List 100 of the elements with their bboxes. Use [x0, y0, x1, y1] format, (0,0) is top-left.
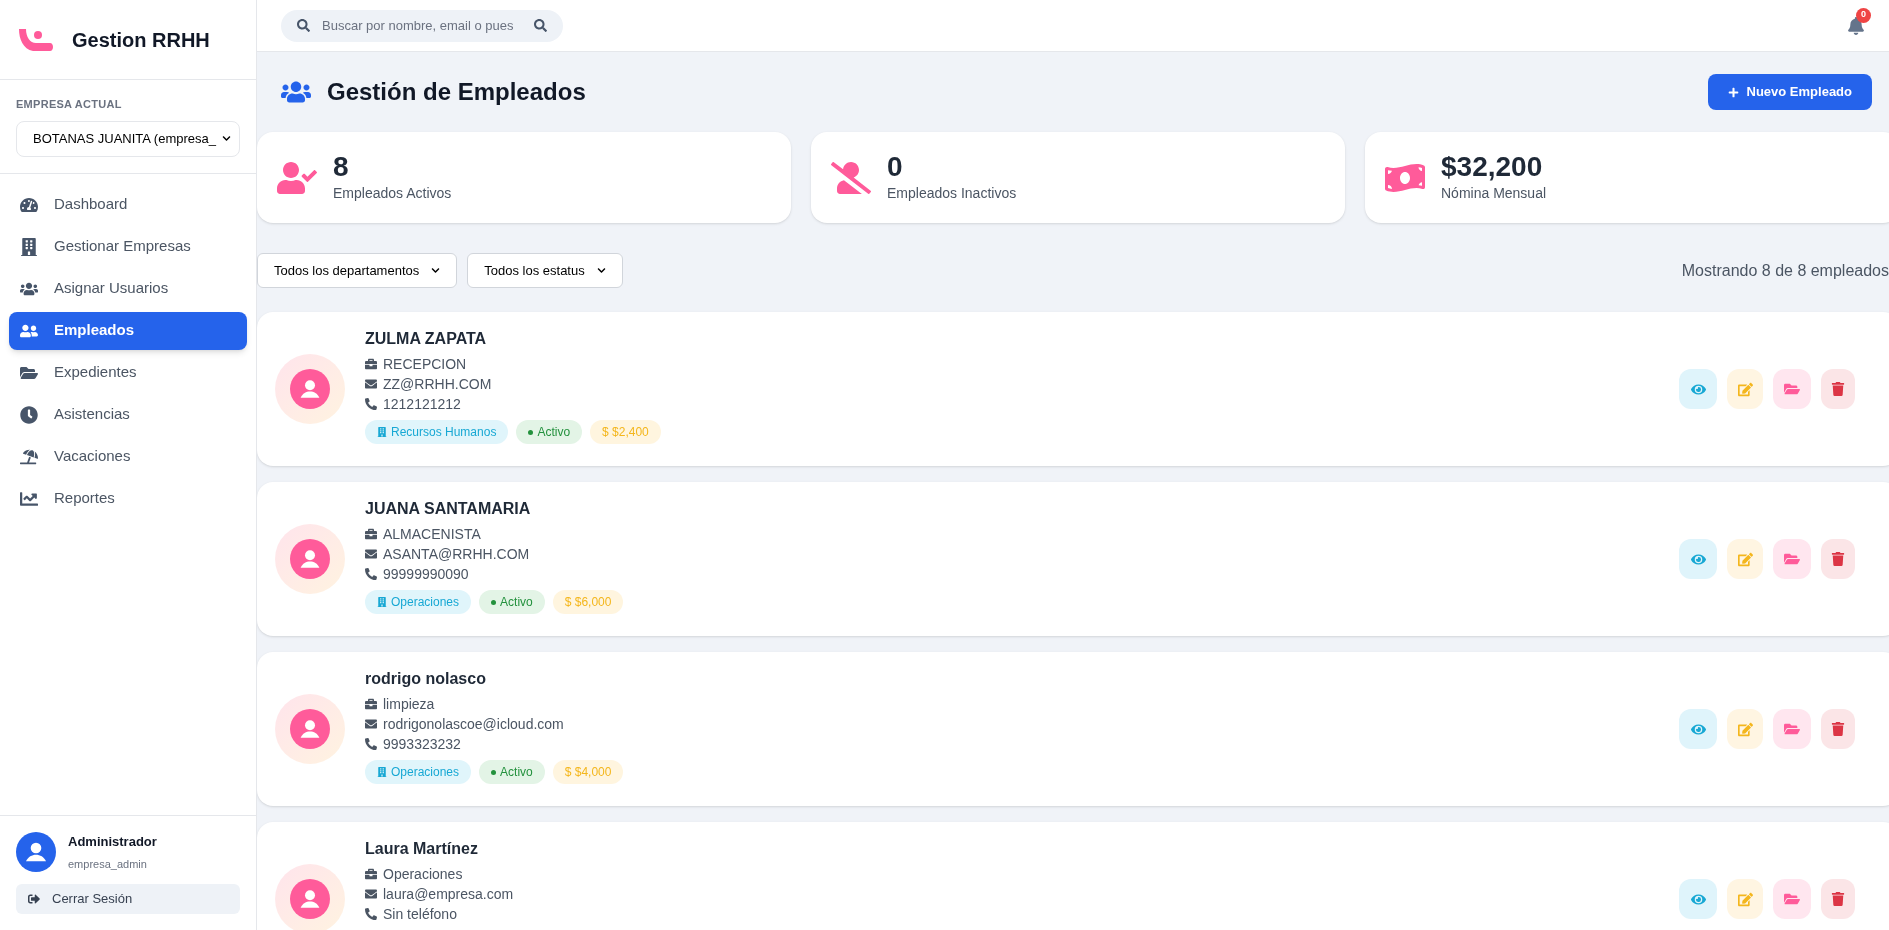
filter-select[interactable]: Todos los departamentos: [257, 253, 458, 288]
gauge-icon: [20, 195, 38, 214]
notification-bell-icon[interactable]: [1847, 16, 1865, 35]
view-button[interactable]: [1679, 709, 1717, 749]
nav-item[interactable]: Asistencias: [9, 395, 247, 434]
status-tag: Activo: [479, 590, 545, 614]
stat-value: $32,200: [1441, 151, 1544, 183]
plus-icon: [1727, 86, 1739, 98]
search-field[interactable]: Buscar por nombre, email o pues: [322, 15, 522, 36]
trash-icon: [1831, 552, 1845, 566]
briefcase-icon: [365, 358, 377, 370]
department-tag: Recursos Humanos: [365, 420, 509, 444]
folder-button[interactable]: [1773, 539, 1811, 579]
edit-icon: [1737, 551, 1753, 567]
status-tag: Activo: [516, 420, 583, 444]
brand-name: Gestion RRHH: [72, 27, 210, 53]
trash-icon: [1831, 722, 1845, 736]
nav-item[interactable]: Asignar Usuarios: [9, 269, 247, 308]
phone-icon: [365, 738, 377, 750]
nav-item[interactable]: Gestionar Empresas: [9, 227, 247, 266]
beach-umbrella-icon: [20, 447, 38, 466]
employee-email: ASANTA@RRHH.COM: [383, 545, 530, 564]
folder-icon: [1784, 891, 1800, 907]
folder-icon: [1784, 721, 1800, 737]
folder-icon: [1784, 551, 1800, 567]
folder-button[interactable]: [1773, 709, 1811, 749]
chevron-icon: [596, 266, 606, 275]
envelope-icon: [365, 378, 377, 390]
result-count: Mostrando 8 de 8 empleados: [1681, 260, 1889, 281]
phone-icon: [365, 568, 377, 580]
page-title: Gestión de Empleados: [327, 77, 586, 107]
briefcase-icon: [365, 528, 377, 540]
employee-phone: Sin teléfono: [383, 905, 457, 924]
employee-name: ZULMA ZAPATA: [365, 329, 488, 349]
notification-count: 0: [1856, 7, 1871, 23]
folder-icon: [1784, 381, 1800, 397]
company-select[interactable]: BOTANAS JUANITA (empresa_: [16, 120, 240, 157]
chevron-icon: [222, 134, 231, 143]
employee-email: ZZ@RRHH.COM: [383, 375, 492, 394]
trash-icon: [1831, 892, 1845, 906]
logout-icon: [28, 893, 40, 905]
phone-icon: [365, 908, 377, 920]
clock-icon: [20, 405, 38, 424]
delete-button[interactable]: [1821, 709, 1855, 749]
nav-item[interactable]: Reportes: [9, 479, 247, 518]
salary-tag: $ $6,000: [552, 590, 624, 614]
delete-button[interactable]: [1821, 539, 1855, 579]
employee-email: laura@empresa.com: [383, 885, 514, 904]
line-chart-icon: [20, 489, 38, 508]
stat-label: Nómina Mensual: [1441, 184, 1547, 203]
phone-icon: [365, 398, 377, 410]
envelope-icon: [365, 548, 377, 560]
briefcase-icon: [365, 868, 377, 880]
status-tag: Activo: [479, 760, 545, 784]
delete-button[interactable]: [1821, 369, 1855, 409]
stat-value: 0: [887, 151, 904, 183]
user-role: empresa_admin: [68, 856, 148, 872]
delete-button[interactable]: [1821, 879, 1855, 919]
briefcase-icon: [365, 698, 377, 710]
logout-button[interactable]: Cerrar Sesión: [16, 884, 240, 914]
folder-button[interactable]: [1773, 879, 1811, 919]
employee-phone: 99999990090: [383, 565, 469, 584]
search-icon: [534, 19, 547, 32]
employee-position: RECEPCION: [383, 355, 467, 374]
envelope-icon: [365, 888, 377, 900]
nav-item[interactable]: Vacaciones: [9, 437, 247, 476]
employee-name: Laura Martínez: [365, 839, 479, 859]
building-icon: [20, 237, 38, 256]
edit-button[interactable]: [1727, 879, 1763, 919]
department-tag: Operaciones: [365, 760, 472, 784]
department-tag: Operaciones: [365, 590, 472, 614]
search-bar[interactable]: Buscar por nombre, email o pues: [281, 9, 563, 42]
edit-button[interactable]: [1727, 539, 1763, 579]
salary-tag: $ $4,000: [552, 760, 624, 784]
filter-select[interactable]: Todos los estatus: [467, 253, 623, 288]
stat-label: Empleados Activos: [333, 184, 452, 203]
nav-item[interactable]: Expedientes: [9, 353, 247, 392]
building-icon: [377, 427, 387, 437]
employee-name: rodrigo nolasco: [365, 669, 487, 689]
envelope-icon: [365, 718, 377, 730]
employee-name: JUANA SANTAMARIA: [365, 499, 532, 519]
employee-email: rodrigonolascoe@icloud.com: [383, 715, 564, 734]
user-name: Administrador: [68, 833, 157, 851]
chevron-icon: [431, 266, 441, 275]
edit-button[interactable]: [1727, 709, 1763, 749]
employee-position: ALMACENISTA: [383, 525, 481, 544]
view-button[interactable]: [1679, 369, 1717, 409]
nav-item[interactable]: Dashboard: [9, 185, 247, 224]
nav-item[interactable]: Empleados: [9, 311, 247, 350]
employee-position: limpieza: [383, 695, 435, 714]
new-employee-button[interactable]: Nuevo Empleado: [1707, 74, 1872, 110]
edit-button[interactable]: [1727, 369, 1763, 409]
search-icon: [297, 19, 310, 32]
view-button[interactable]: [1679, 539, 1717, 579]
building-icon: [377, 597, 387, 607]
employee-phone: 9993323232: [383, 735, 461, 754]
folder-button[interactable]: [1773, 369, 1811, 409]
building-icon: [377, 767, 387, 777]
stat-label: Empleados Inactivos: [887, 184, 1017, 203]
view-button[interactable]: [1679, 879, 1717, 919]
